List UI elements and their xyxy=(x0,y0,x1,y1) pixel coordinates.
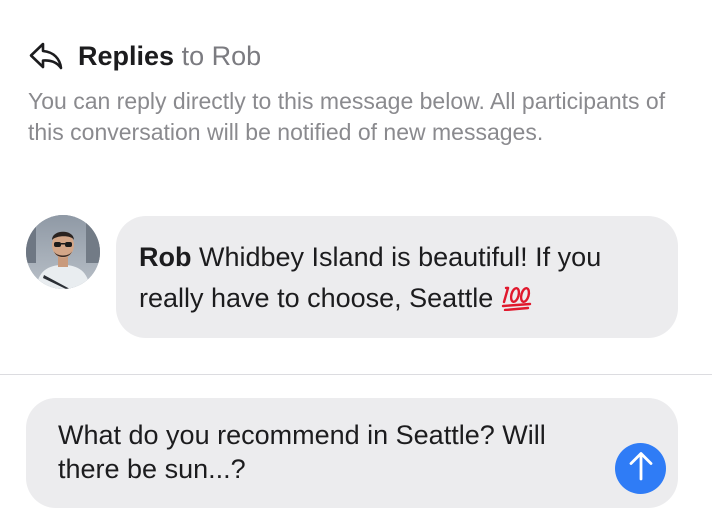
reply-arrow-icon xyxy=(28,40,64,72)
title-strong: Replies xyxy=(78,41,175,71)
hundred-points-emoji-icon xyxy=(501,282,533,323)
intro-text: You can reply directly to this message b… xyxy=(28,88,666,145)
message-sender: Rob xyxy=(139,242,192,272)
arrow-up-icon xyxy=(627,450,655,487)
title-recipient: to Rob xyxy=(181,41,262,71)
replies-panel: Replies to Rob You can reply directly to… xyxy=(0,0,712,532)
divider xyxy=(0,374,712,375)
message-bubble[interactable]: Rob Whidbey Island is beautiful! If you … xyxy=(116,216,678,338)
replies-header: Replies to Rob xyxy=(28,36,261,76)
send-button[interactable] xyxy=(615,443,666,494)
page-title: Replies to Rob xyxy=(78,36,261,76)
avatar[interactable] xyxy=(26,215,100,289)
reply-input[interactable]: What do you recommend in Seattle? Will t… xyxy=(26,398,678,508)
